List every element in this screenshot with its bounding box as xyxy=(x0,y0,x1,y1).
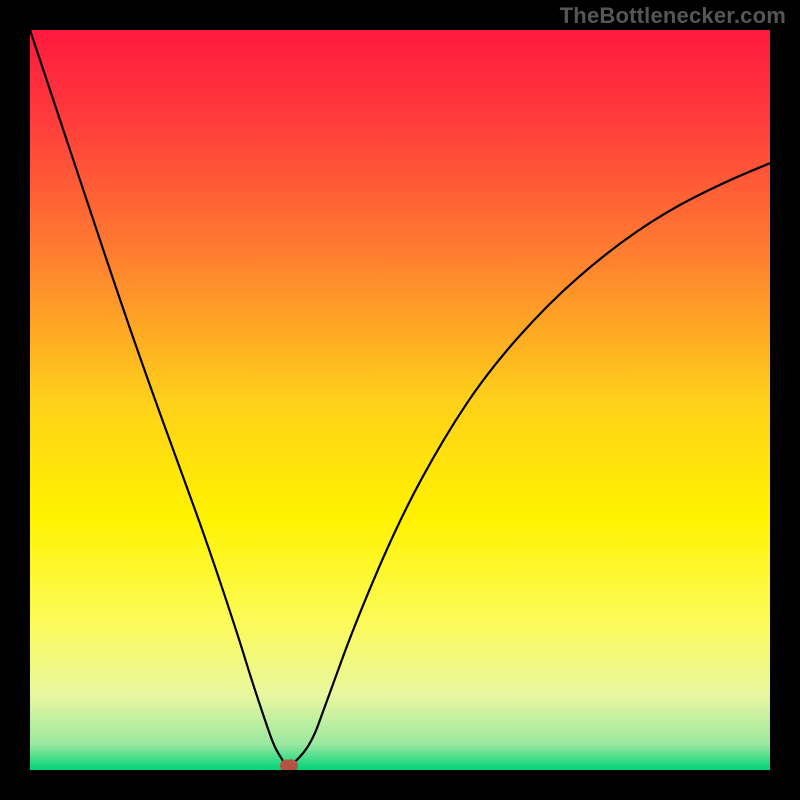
chart-background xyxy=(30,30,770,770)
chart-frame: TheBottlenecker.com xyxy=(0,0,800,800)
chart-svg xyxy=(30,30,770,770)
optimum-marker xyxy=(280,760,298,770)
plot-area xyxy=(30,30,770,770)
watermark-text: TheBottlenecker.com xyxy=(560,3,786,29)
